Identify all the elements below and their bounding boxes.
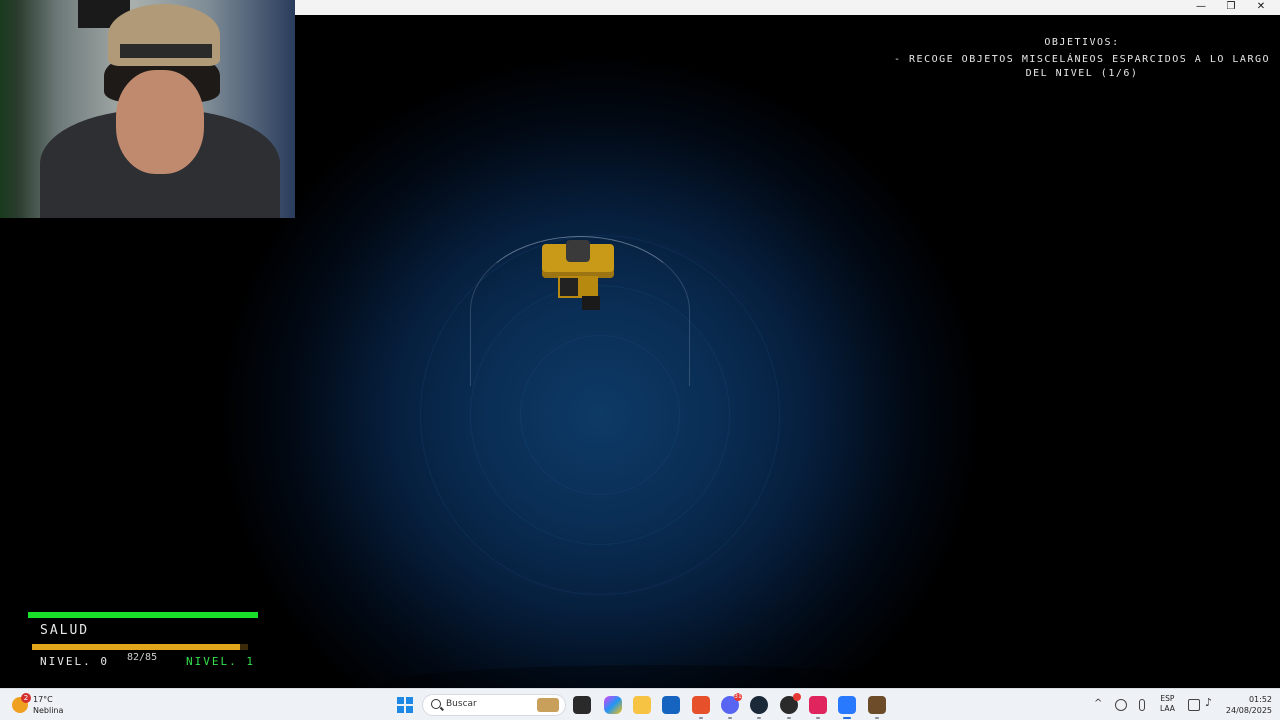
robot-leg xyxy=(582,296,600,310)
clock-date: 24/08/2025 xyxy=(1225,706,1272,715)
clock-time: 01:52 xyxy=(1248,695,1272,704)
weather-temp: 17°C xyxy=(33,695,53,704)
volume-icon[interactable]: ♪ xyxy=(1205,696,1212,709)
active-indicator xyxy=(843,717,851,719)
network-icon[interactable] xyxy=(1188,699,1200,711)
player-robot xyxy=(470,236,690,386)
health-label: SALUD xyxy=(40,623,90,638)
cap-strap xyxy=(120,44,212,58)
discord-icon[interactable]: 31 xyxy=(721,693,742,719)
file-explorer-icon[interactable] xyxy=(633,696,651,714)
app-icon[interactable] xyxy=(838,696,856,719)
weather-widget[interactable]: 2 17°C Neblina xyxy=(12,693,92,718)
robot-head xyxy=(566,240,590,262)
store-icon[interactable] xyxy=(662,696,680,714)
microphone-icon[interactable] xyxy=(1139,699,1145,711)
tray-app-icon[interactable] xyxy=(1115,699,1127,711)
weather-badge: 2 xyxy=(21,693,31,703)
windows-logo-icon xyxy=(406,697,413,704)
tray-overflow-chevron[interactable]: ^ xyxy=(1094,698,1102,709)
health-bar xyxy=(28,612,258,618)
xp-bar xyxy=(32,644,248,650)
notification-dot xyxy=(793,693,801,701)
taskbar: 2 17°C Neblina Buscar 31 ^ ESP LAA ♪ 01:… xyxy=(0,688,1280,720)
tiktok-icon[interactable] xyxy=(809,696,827,719)
health-bar-fill xyxy=(28,612,258,618)
running-indicator xyxy=(728,717,732,719)
player-hud: SALUD NIVEL. 0 82/85 NIVEL. 1 xyxy=(28,612,260,672)
windows-logo-icon xyxy=(406,706,413,713)
next-level: NIVEL. 1 xyxy=(186,655,255,668)
steam-helper-icon[interactable] xyxy=(780,693,801,719)
copilot-icon[interactable] xyxy=(604,696,622,714)
steam-icon[interactable] xyxy=(750,696,768,719)
running-indicator xyxy=(699,717,703,719)
windows-logo-icon xyxy=(397,706,404,713)
maximize-button[interactable]: ❒ xyxy=(1216,0,1246,15)
search-icon xyxy=(431,699,441,709)
notification-badge: 31 xyxy=(734,693,742,701)
running-indicator xyxy=(816,717,820,719)
xp-bar-fill xyxy=(32,644,241,650)
xp-counter: 82/85 xyxy=(127,652,158,663)
game-icon[interactable] xyxy=(868,696,886,719)
streamer-face xyxy=(116,70,204,174)
objective-line: - RECOGE OBJETOS MISCELÁNEOS ESPARCIDOS … xyxy=(893,54,1271,65)
robot-leg xyxy=(560,278,578,296)
objectives-panel: OBJETIVOS: - RECOGE OBJETOS MISCELÁNEOS … xyxy=(892,36,1272,81)
taskbar-search[interactable]: Buscar xyxy=(422,694,566,716)
minimize-button[interactable]: — xyxy=(1186,0,1216,15)
language-indicator[interactable]: ESP LAA xyxy=(1160,694,1175,714)
search-highlight-icon xyxy=(537,698,559,712)
start-button[interactable] xyxy=(397,697,413,713)
close-button[interactable]: ✕ xyxy=(1246,0,1276,15)
window-titlebar: — ❒ ✕ xyxy=(295,0,1280,15)
language-code: ESP xyxy=(1160,694,1175,703)
running-indicator xyxy=(875,717,879,719)
webcam-overlay xyxy=(0,0,295,218)
windows-logo-icon xyxy=(397,697,404,704)
search-placeholder: Buscar xyxy=(446,699,477,709)
running-indicator xyxy=(787,717,791,719)
brave-browser-icon[interactable] xyxy=(692,696,710,719)
weather-desc: Neblina xyxy=(33,706,64,715)
objectives-title: OBJETIVOS: xyxy=(1044,37,1120,48)
current-level: NIVEL. 0 xyxy=(40,655,109,668)
task-view-icon[interactable] xyxy=(573,696,591,714)
running-indicator xyxy=(757,717,761,719)
objective-line: DEL NIVEL (1/6) xyxy=(1025,68,1139,79)
clock[interactable]: 01:52 24/08/2025 xyxy=(1222,694,1272,716)
keyboard-layout: LAA xyxy=(1160,704,1175,713)
